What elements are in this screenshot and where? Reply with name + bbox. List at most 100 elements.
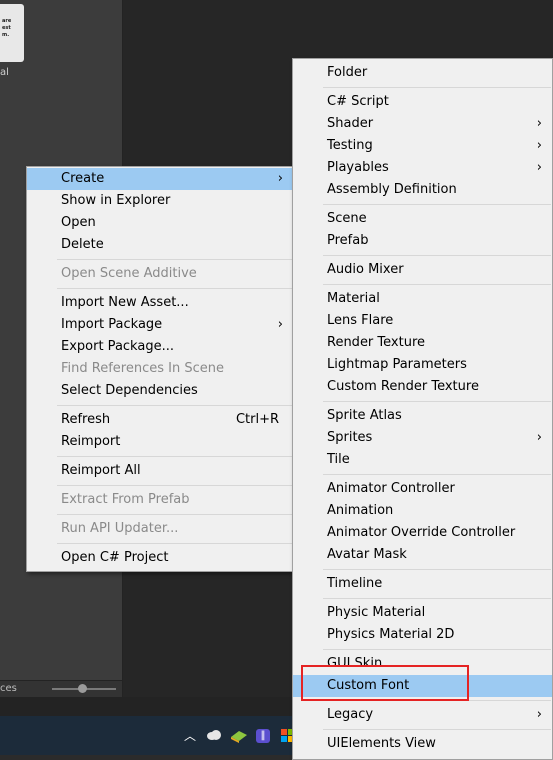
menu-separator	[323, 729, 551, 730]
create-submenu-item-animation[interactable]: Animation	[293, 500, 552, 522]
menu-item-label: Folder	[327, 65, 368, 80]
zoom-slider[interactable]	[52, 684, 116, 693]
create-submenu-item-custom-render-texture[interactable]: Custom Render Texture	[293, 376, 552, 398]
create-submenu-item-folder[interactable]: Folder	[293, 62, 552, 84]
create-submenu-item-physic-material[interactable]: Physic Material	[293, 602, 552, 624]
asset-thumbnail[interactable]: are est m.	[0, 4, 24, 62]
menu-item-label: Reimport	[61, 434, 121, 449]
menu-item-label: Scene	[327, 211, 367, 226]
submenu-arrow-icon: ›	[536, 116, 542, 131]
menu-item-label: Legacy	[327, 707, 374, 722]
create-submenu-item-render-texture[interactable]: Render Texture	[293, 332, 552, 354]
create-submenu: Folder C# Script Shader › Testing › Playables ›…	[292, 58, 553, 760]
menu-separator	[323, 474, 551, 475]
create-submenu-item-timeline[interactable]: Timeline	[293, 573, 552, 595]
submenu-arrow-icon: ›	[536, 138, 542, 153]
menu-item-label: Extract From Prefab	[61, 492, 190, 507]
create-submenu-item-prefab[interactable]: Prefab	[293, 230, 552, 252]
create-submenu-item-material[interactable]: Material	[293, 288, 552, 310]
menu-item-label: Sprite Atlas	[327, 408, 402, 423]
context-menu-item-open[interactable]: Open	[27, 212, 293, 234]
app-icon-purple[interactable]: ‖	[256, 729, 270, 743]
context-menu-item-import-new-asset[interactable]: Import New Asset...	[27, 292, 293, 314]
context-menu-item-extract-from-prefab: Extract From Prefab	[27, 489, 293, 511]
menu-item-label: Animation	[327, 503, 394, 518]
menu-item-label: C# Script	[327, 94, 389, 109]
menu-item-label: Animator Override Controller	[327, 525, 516, 540]
menu-item-label: Reimport All	[61, 463, 141, 478]
menu-item-label: Select Dependencies	[61, 383, 198, 398]
menu-separator	[57, 543, 292, 544]
create-submenu-item-assembly-definition[interactable]: Assembly Definition	[293, 179, 552, 201]
menu-item-label: Tile	[327, 452, 350, 467]
menu-separator	[57, 485, 292, 486]
menu-item-label: Animator Controller	[327, 481, 455, 496]
create-submenu-item-playables[interactable]: Playables ›	[293, 157, 552, 179]
create-submenu-item-lightmap-parameters[interactable]: Lightmap Parameters	[293, 354, 552, 376]
chevron-up-icon[interactable]: ︿	[183, 729, 197, 743]
menu-separator	[57, 288, 292, 289]
context-menu-item-select-dependencies[interactable]: Select Dependencies	[27, 380, 293, 402]
menu-item-label: Open Scene Additive	[61, 266, 197, 281]
context-menu-item-reimport-all[interactable]: Reimport All	[27, 460, 293, 482]
context-menu-item-import-package[interactable]: Import Package ›	[27, 314, 293, 336]
submenu-arrow-icon: ›	[536, 430, 542, 445]
menu-separator	[323, 401, 551, 402]
context-menu-item-show-in-explorer[interactable]: Show in Explorer	[27, 190, 293, 212]
app-icon-green[interactable]	[231, 729, 247, 743]
zoom-slider-knob[interactable]	[78, 684, 87, 693]
create-submenu-item-audio-mixer[interactable]: Audio Mixer	[293, 259, 552, 281]
create-submenu-item-uielements-view[interactable]: UIElements View	[293, 733, 552, 755]
menu-separator	[323, 87, 551, 88]
context-menu-item-run-api-updater: Run API Updater...	[27, 518, 293, 540]
menu-item-label: Assembly Definition	[327, 182, 457, 197]
menu-item-label: Find References In Scene	[61, 361, 224, 376]
create-submenu-item-animator-override-controller[interactable]: Animator Override Controller	[293, 522, 552, 544]
context-menu: Create › Show in Explorer Open Delete Open Sc…	[26, 166, 294, 572]
menu-item-label: Render Texture	[327, 335, 426, 350]
menu-separator	[323, 284, 551, 285]
menu-item-label: Timeline	[327, 576, 383, 591]
context-menu-item-delete[interactable]: Delete	[27, 234, 293, 256]
menu-item-label: Lightmap Parameters	[327, 357, 467, 372]
menu-item-label: Open C# Project	[61, 550, 169, 565]
menu-separator	[57, 405, 292, 406]
create-submenu-item-sprites[interactable]: Sprites ›	[293, 427, 552, 449]
menu-separator	[57, 456, 292, 457]
context-menu-item-open-c-project[interactable]: Open C# Project	[27, 547, 293, 569]
context-menu-item-reimport[interactable]: Reimport	[27, 431, 293, 453]
create-submenu-item-scene[interactable]: Scene	[293, 208, 552, 230]
create-submenu-item-testing[interactable]: Testing ›	[293, 135, 552, 157]
menu-item-label: Shader	[327, 116, 374, 131]
context-menu-item-find-references-in-scene: Find References In Scene	[27, 358, 293, 380]
context-menu-item-open-scene-additive: Open Scene Additive	[27, 263, 293, 285]
create-submenu-item-legacy[interactable]: Legacy ›	[293, 704, 552, 726]
context-menu-item-refresh[interactable]: Refresh Ctrl+R	[27, 409, 293, 431]
create-submenu-item-avatar-mask[interactable]: Avatar Mask	[293, 544, 552, 566]
context-menu-item-export-package[interactable]: Export Package...	[27, 336, 293, 358]
submenu-arrow-icon: ›	[536, 160, 542, 175]
menu-item-label: Export Package...	[61, 339, 174, 354]
create-submenu-item-lens-flare[interactable]: Lens Flare	[293, 310, 552, 332]
menu-item-label: Show in Explorer	[61, 193, 171, 208]
create-submenu-item-sprite-atlas[interactable]: Sprite Atlas	[293, 405, 552, 427]
cloud-icon[interactable]	[206, 729, 221, 743]
menu-item-label: Testing	[327, 138, 373, 153]
menu-separator	[57, 514, 292, 515]
create-submenu-item-c-script[interactable]: C# Script	[293, 91, 552, 113]
menu-separator	[57, 259, 292, 260]
menu-separator	[323, 598, 551, 599]
context-menu-item-create[interactable]: Create ›	[27, 168, 293, 190]
menu-separator	[323, 255, 551, 256]
menu-item-label: Sprites	[327, 430, 373, 445]
menu-item-label: Playables	[327, 160, 389, 175]
create-submenu-item-physics-material-2d[interactable]: Physics Material 2D	[293, 624, 552, 646]
menu-item-label: Import New Asset...	[61, 295, 189, 310]
create-submenu-item-animator-controller[interactable]: Animator Controller	[293, 478, 552, 500]
create-submenu-item-tile[interactable]: Tile	[293, 449, 552, 471]
menu-item-label: Physic Material	[327, 605, 426, 620]
submenu-arrow-icon: ›	[536, 707, 542, 722]
menu-item-label: Run API Updater...	[61, 521, 179, 536]
create-submenu-item-shader[interactable]: Shader ›	[293, 113, 552, 135]
submenu-arrow-icon: ›	[277, 317, 283, 332]
